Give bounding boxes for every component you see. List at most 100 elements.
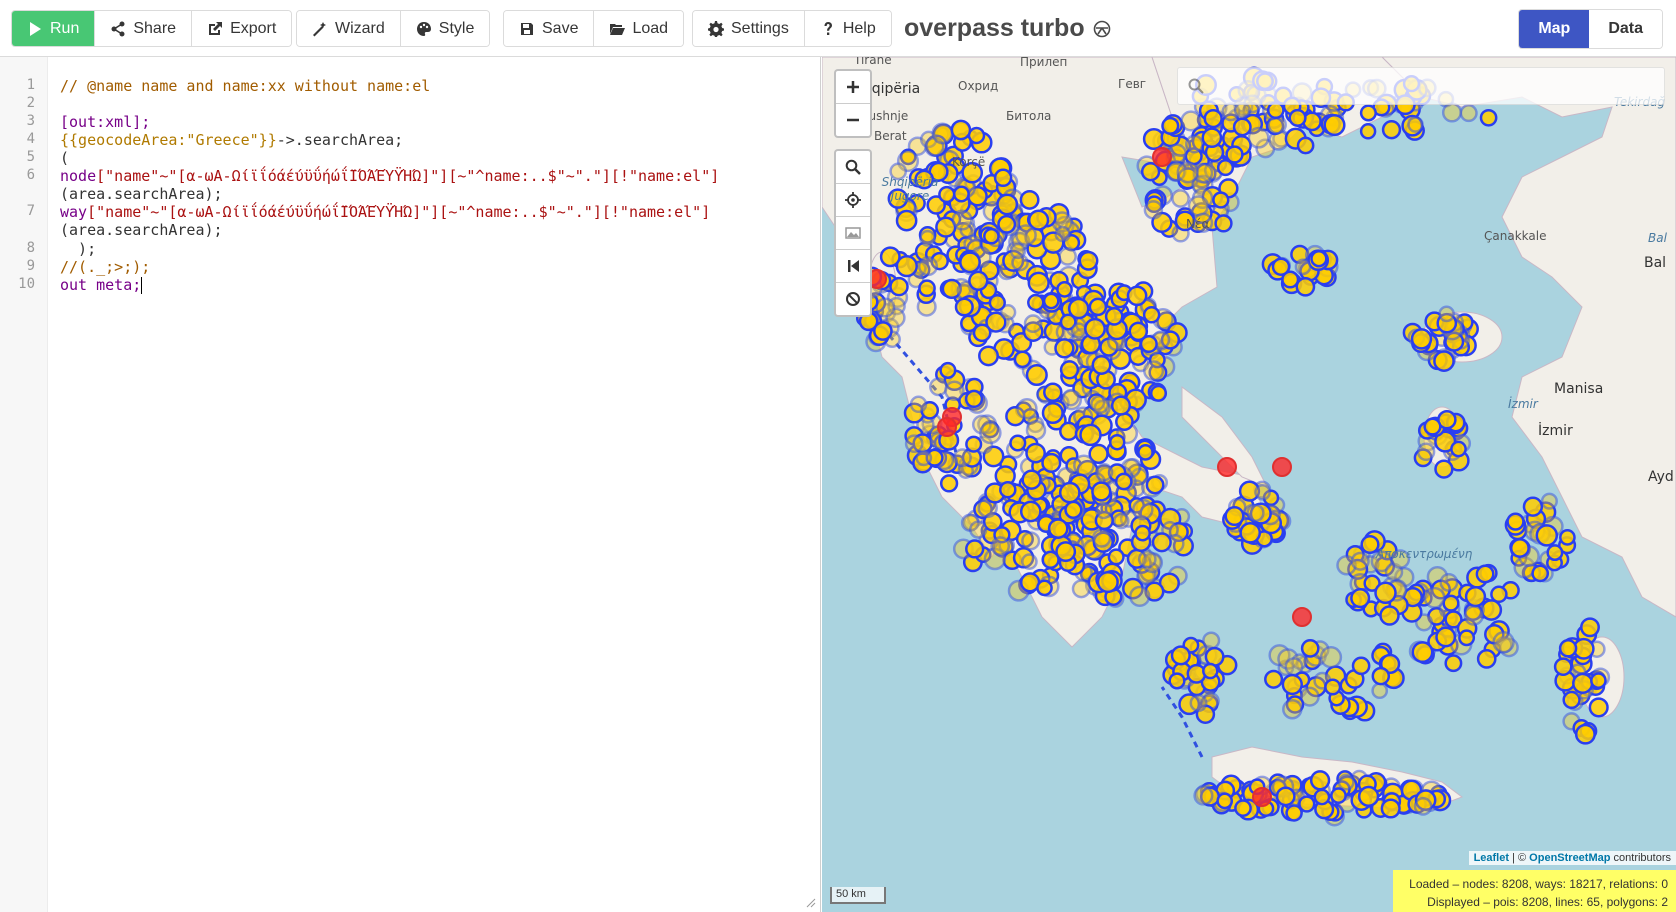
poi-marker[interactable] (1350, 551, 1370, 571)
poi-marker[interactable] (1464, 585, 1487, 608)
poi-marker[interactable] (1282, 698, 1303, 720)
poi-marker[interactable] (1071, 579, 1091, 599)
poi-marker[interactable] (909, 395, 928, 414)
load-button[interactable]: Load (594, 11, 684, 46)
poi-marker[interactable] (1441, 102, 1463, 123)
poi-marker[interactable] (1359, 123, 1377, 140)
poi-marker[interactable] (879, 246, 901, 268)
poi-marker[interactable] (919, 229, 937, 247)
poi-marker[interactable] (915, 449, 933, 467)
poi-marker[interactable] (1264, 669, 1284, 689)
poi-marker[interactable] (1113, 512, 1130, 530)
poi-marker[interactable] (1180, 110, 1202, 132)
poi-marker[interactable] (918, 279, 936, 298)
poi-marker[interactable] (1232, 117, 1252, 137)
poi-marker[interactable] (1506, 512, 1525, 531)
settings-button[interactable]: Settings (693, 11, 805, 46)
poi-marker[interactable] (1234, 799, 1252, 817)
poi-marker[interactable] (952, 448, 972, 468)
poi-marker[interactable] (1580, 617, 1600, 638)
poi-marker[interactable] (1298, 795, 1316, 813)
poi-marker[interactable] (1056, 281, 1073, 298)
poi-marker[interactable] (1294, 258, 1312, 276)
poi-marker[interactable] (1247, 126, 1270, 149)
poi-marker[interactable] (939, 361, 957, 379)
zoom-out-button[interactable] (836, 104, 870, 136)
poi-marker[interactable] (1104, 307, 1124, 326)
query-editor[interactable]: 1 2 3 4 5 6 7 8 9 10 // @name name and n… (0, 57, 821, 912)
poi-marker[interactable] (1246, 503, 1265, 523)
poi-marker[interactable] (1023, 314, 1043, 333)
poi-marker[interactable] (1013, 350, 1032, 369)
poi-marker[interactable] (1091, 528, 1112, 548)
poi-marker-highlight[interactable] (1217, 457, 1237, 477)
zoom-in-button[interactable] (836, 71, 870, 104)
poi-marker[interactable] (904, 434, 924, 454)
poi-marker[interactable] (1184, 134, 1204, 154)
poi-marker[interactable] (1058, 247, 1077, 266)
poi-marker[interactable] (1009, 434, 1027, 452)
poi-marker[interactable] (978, 345, 999, 367)
poi-marker[interactable] (1128, 321, 1149, 342)
poi-marker[interactable] (1096, 571, 1119, 594)
poi-marker[interactable] (1187, 195, 1210, 217)
poi-marker[interactable] (1091, 355, 1112, 375)
poi-marker[interactable] (1324, 678, 1342, 696)
poi-marker[interactable] (939, 474, 959, 493)
poi-marker[interactable] (1214, 214, 1233, 233)
poi-marker[interactable] (1423, 417, 1442, 436)
locate-button[interactable] (836, 184, 870, 217)
poi-marker[interactable] (1176, 161, 1199, 184)
poi-marker[interactable] (1572, 672, 1594, 695)
poi-marker[interactable] (1275, 786, 1296, 807)
poi-marker[interactable] (1359, 104, 1377, 122)
poi-marker[interactable] (1059, 360, 1080, 380)
poi-marker[interactable] (1115, 412, 1134, 432)
resize-grip-icon[interactable] (806, 898, 816, 908)
poi-marker[interactable] (1588, 697, 1609, 718)
poi-marker[interactable] (1309, 770, 1331, 791)
poi-marker[interactable] (1043, 382, 1063, 402)
poi-marker[interactable] (1025, 442, 1046, 464)
poi-marker[interactable] (1064, 500, 1083, 519)
poi-marker[interactable] (1558, 639, 1578, 658)
poi-marker[interactable] (1059, 421, 1079, 441)
export-button[interactable]: Export (192, 11, 292, 46)
poi-marker[interactable] (964, 389, 984, 409)
poi-marker[interactable] (1224, 505, 1245, 527)
poi-marker[interactable] (1590, 672, 1607, 689)
poi-marker[interactable] (996, 193, 1019, 216)
poi-marker[interactable] (979, 421, 1002, 445)
poi-marker[interactable] (1129, 585, 1151, 608)
poi-marker[interactable] (1463, 605, 1485, 626)
poi-marker[interactable] (1212, 191, 1230, 209)
poi-marker[interactable] (1189, 694, 1208, 712)
poi-marker[interactable] (889, 276, 909, 297)
poi-marker[interactable] (1161, 116, 1180, 135)
poi-marker[interactable] (1079, 423, 1102, 447)
poi-marker[interactable] (1271, 257, 1291, 276)
poi-marker[interactable] (1061, 388, 1080, 407)
poi-marker[interactable] (1016, 398, 1038, 420)
poi-marker[interactable] (1149, 384, 1168, 402)
poi-marker[interactable] (969, 520, 988, 539)
poi-marker[interactable] (1070, 322, 1088, 339)
poi-marker[interactable] (917, 256, 939, 277)
search-location-button[interactable] (836, 151, 870, 184)
poi-marker[interactable] (1193, 785, 1214, 806)
poi-marker[interactable] (1310, 250, 1328, 268)
poi-marker[interactable] (1137, 549, 1157, 569)
poi-marker[interactable] (873, 321, 893, 341)
zoom-to-data-button[interactable] (836, 250, 870, 283)
poi-marker[interactable] (1201, 127, 1223, 149)
poi-marker[interactable] (1522, 496, 1544, 517)
poi-marker[interactable] (1137, 444, 1154, 461)
poi-marker[interactable] (959, 251, 981, 274)
poi-marker[interactable] (993, 168, 1013, 188)
poi-marker-highlight[interactable] (1292, 607, 1312, 627)
poi-marker[interactable] (1202, 662, 1219, 680)
poi-marker[interactable] (1110, 395, 1132, 416)
poi-marker[interactable] (1459, 104, 1478, 123)
poi-marker[interactable] (990, 536, 1011, 556)
clear-data-button[interactable] (836, 283, 870, 315)
